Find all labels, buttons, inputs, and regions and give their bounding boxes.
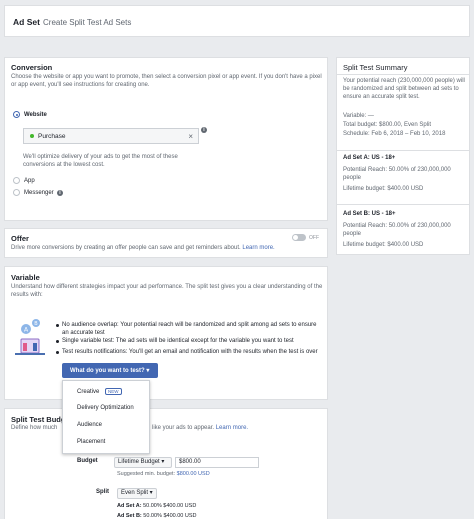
offer-toggle-label: OFF <box>309 235 319 241</box>
messenger-label: Messenger <box>24 190 54 196</box>
summary-adset-a-title: Ad Set A: US - 18+ <box>343 155 396 161</box>
summary-variable: Variable: — <box>343 112 374 120</box>
variable-description: Understand how different strategies impa… <box>11 284 323 298</box>
clear-event-close-icon[interactable]: × <box>188 132 193 141</box>
svg-text:B: B <box>34 321 38 327</box>
offer-learn-more-link[interactable]: Learn more. <box>242 245 274 251</box>
menu-item-creative-label: Creative <box>77 389 100 395</box>
suggested-min-budget-prefix: Suggested min. budget: <box>117 471 176 477</box>
summary-adset-a-budget: Lifetime budget: $400.00 USD <box>343 186 424 192</box>
website-radio[interactable] <box>13 111 20 118</box>
new-badge: NEW <box>105 388 122 395</box>
conversion-event-value: Purchase <box>38 133 66 140</box>
header-subtitle: Create Split Test Ad Sets <box>43 17 132 27</box>
menu-item-delivery-optimization[interactable]: Delivery Optimization <box>77 405 134 411</box>
summary-adset-b-title: Ad Set B: US - 18+ <box>343 211 396 217</box>
variable-bullet-3: Test results notifications: You'll get a… <box>62 349 318 355</box>
budget-amount-input[interactable]: $800.00 <box>175 457 259 468</box>
summary-total-budget: Total budget: $800.00, Even Split <box>343 122 432 128</box>
budget-learn-more-link[interactable]: Learn more. <box>216 425 248 431</box>
conversion-title: Conversion <box>11 63 53 72</box>
offer-toggle[interactable] <box>292 234 306 241</box>
offer-panel: Offer Drive more conversions by creating… <box>4 228 328 258</box>
summary-divider <box>337 74 469 75</box>
offer-description-text: Drive more conversions by creating an of… <box>11 245 241 251</box>
conversion-info-icon[interactable]: i <box>201 127 207 133</box>
suggested-min-budget-value[interactable]: $800.00 USD <box>177 471 210 477</box>
summary-adset-a-reach: Potential Reach: 50.00% of 230,000,000 p… <box>343 167 451 181</box>
event-status-dot-icon <box>30 134 34 138</box>
offer-toggle-knob <box>293 235 298 240</box>
summary-variable-value: — <box>367 113 374 119</box>
test-variable-menu: Creative NEW Delivery Optimization Audie… <box>62 380 150 454</box>
bullet-dot <box>56 340 59 343</box>
header-bar: Ad Set Create Split Test Ad Sets <box>4 5 470 37</box>
summary-adset-b-reach: Potential Reach: 50.00% of 230,000,000 p… <box>343 223 451 237</box>
app-radio[interactable] <box>13 177 20 184</box>
menu-item-placement[interactable]: Placement <box>77 439 105 445</box>
adset-b-percent: 50.00% <box>143 513 162 519</box>
variable-panel: Variable Understand how different strate… <box>4 266 328 400</box>
messenger-info-icon[interactable]: i <box>57 190 63 196</box>
app-label: App <box>24 178 35 184</box>
bullet-dot <box>56 324 59 327</box>
adset-b-budget-row: Ad Set B: 50.00% $400.00 USD <box>117 513 197 519</box>
menu-item-creative[interactable]: Creative NEW <box>77 388 122 395</box>
conversion-event-field[interactable]: Purchase × <box>23 128 199 144</box>
summary-divider <box>337 150 469 151</box>
split-label: Split <box>96 489 109 495</box>
summary-schedule: Schedule: Feb 6, 2018 – Feb 10, 2018 <box>343 131 446 137</box>
suggested-min-budget: Suggested min. budget: $800.00 USD <box>117 471 210 477</box>
summary-adset-b-budget: Lifetime budget: $400.00 USD <box>343 242 424 248</box>
variable-title: Variable <box>11 273 40 282</box>
summary-intro: Your potential reach (230,000,000 people… <box>343 78 465 100</box>
adset-a-label: Ad Set A: <box>117 503 142 509</box>
variable-bullet-2: Single variable test: The ad sets will b… <box>62 338 294 344</box>
split-type-select[interactable]: Even Split ▾ <box>117 488 157 499</box>
summary-variable-label: Variable: <box>343 113 367 119</box>
messenger-radio[interactable] <box>13 189 20 196</box>
budget-description-left: Define how much <box>11 425 58 431</box>
variable-bullet-1: No audience overlap: Your potential reac… <box>62 322 317 336</box>
budget-panel: Split Test Budg Define how much like you… <box>4 408 328 519</box>
budget-title: Split Test Budg <box>11 415 66 424</box>
test-variable-dropdown-label: What do you want to test? ▾ <box>70 368 150 374</box>
adset-b-label: Ad Set B: <box>117 513 142 519</box>
conversion-panel: Conversion Choose the website or app you… <box>4 57 328 221</box>
summary-divider <box>337 204 469 205</box>
split-test-illustration: A B <box>13 317 49 357</box>
website-label: Website <box>24 112 47 118</box>
adset-a-amount: $400.00 USD <box>163 503 197 509</box>
adset-b-amount: $400.00 USD <box>163 513 197 519</box>
adset-a-budget-row: Ad Set A: 50.00% $400.00 USD <box>117 503 196 509</box>
conversion-description: Choose the website or app you want to pr… <box>11 74 322 88</box>
budget-label: Budget <box>77 458 98 464</box>
test-variable-dropdown-button[interactable]: What do you want to test? ▾ <box>62 363 158 378</box>
offer-description: Drive more conversions by creating an of… <box>11 244 301 252</box>
budget-description-right: like your ads to appear. Learn more. <box>152 424 248 432</box>
summary-title: Split Test Summary <box>343 63 408 72</box>
bullet-dot <box>56 351 59 354</box>
header-title: Ad Set <box>13 17 40 27</box>
menu-item-audience[interactable]: Audience <box>77 422 102 428</box>
optimize-note: We'll optimize delivery of your ads to g… <box>23 154 178 168</box>
adset-a-percent: 50.00% <box>143 503 162 509</box>
budget-type-select[interactable]: Lifetime Budget ▾ <box>114 457 172 468</box>
offer-title: Offer <box>11 234 29 243</box>
summary-panel: Split Test Summary Your potential reach … <box>336 57 470 255</box>
budget-description-right-text: like your ads to appear. <box>152 425 215 431</box>
